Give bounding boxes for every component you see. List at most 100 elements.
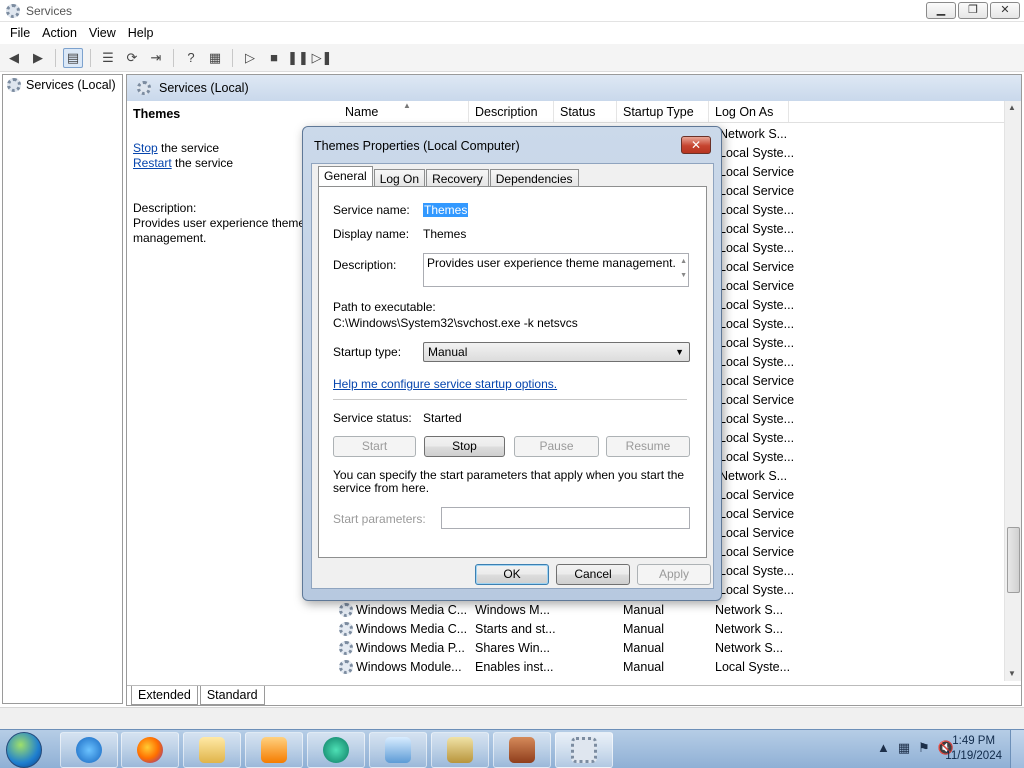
show-hidden-icons-icon[interactable]: ▲	[877, 740, 890, 756]
table-row[interactable]: Windows Module... Enables inst... Manual…	[339, 657, 789, 676]
row-name: Windows Module...	[356, 659, 462, 674]
logon-cell: Local Syste...	[719, 146, 795, 160]
logon-cell: Local Syste...	[719, 222, 795, 236]
show-hide-console-tree-icon[interactable]: ▤	[63, 47, 83, 68]
start-button[interactable]	[6, 732, 42, 768]
minimize-button[interactable]: ▁	[926, 2, 956, 19]
scroll-up-icon[interactable]: ▲	[1008, 103, 1016, 112]
internet-explorer-icon[interactable]	[60, 732, 118, 768]
services-taskbar-icon[interactable]	[555, 732, 613, 768]
back-icon[interactable]: ◀	[4, 48, 24, 68]
service-status-value: Started	[423, 411, 462, 425]
row-logon: Local Syste...	[715, 659, 789, 674]
dialog-close-button[interactable]: ✕	[681, 136, 711, 154]
pane-header: Services (Local)	[127, 75, 1021, 101]
startup-type-dropdown[interactable]: Manual ▼	[423, 342, 690, 362]
startup-type-label: Startup type:	[333, 345, 402, 359]
ok-button[interactable]: OK	[475, 564, 549, 585]
stop-service-link[interactable]: Stop	[133, 141, 158, 155]
show-action-pane-icon[interactable]: ▦	[205, 48, 225, 68]
status-bar	[0, 707, 1024, 729]
vertical-scrollbar[interactable]: ▲ ▼	[1004, 101, 1021, 681]
control-panel-icon[interactable]	[369, 732, 427, 768]
help-configure-link[interactable]: Help me configure service startup option…	[333, 377, 557, 391]
view-tabs: Extended Standard	[127, 685, 1021, 705]
row-startup-type: Manual	[623, 659, 664, 674]
export-list-icon[interactable]: ⇥	[146, 48, 166, 68]
stop-service-icon[interactable]: ■	[264, 48, 284, 68]
network-icon[interactable]: ▦	[898, 740, 910, 756]
apply-button[interactable]: Apply	[637, 564, 711, 585]
tree-item-label: Services (Local)	[26, 78, 116, 92]
restart-suffix: the service	[171, 156, 234, 170]
close-button[interactable]: ✕	[990, 2, 1020, 19]
column-startup-type[interactable]: Startup Type	[617, 101, 709, 122]
start-params-input[interactable]	[441, 507, 690, 529]
pause-service-icon[interactable]: ❚❚	[287, 48, 309, 68]
taskbar-clock[interactable]: 1:49 PM 11/19/2024	[945, 734, 1002, 764]
action-center-flag-icon[interactable]: ⚑	[918, 740, 930, 756]
divider	[333, 399, 687, 400]
list-column-headers: Name Description Status Startup Type Log…	[339, 101, 1021, 123]
stop-button[interactable]: Stop	[424, 436, 505, 457]
row-startup-type: Manual	[623, 640, 664, 655]
restart-service-icon[interactable]: ▷❚	[312, 48, 333, 68]
cancel-button[interactable]: Cancel	[556, 564, 630, 585]
menu-file[interactable]: File	[4, 23, 36, 43]
keys-icon[interactable]	[431, 732, 489, 768]
column-status[interactable]: Status	[554, 101, 617, 122]
service-gear-icon	[339, 621, 353, 636]
menu-view[interactable]: View	[83, 23, 122, 43]
description-textbox[interactable]: Provides user experience theme managemen…	[423, 253, 689, 287]
logon-cell: Local Service	[719, 545, 795, 559]
row-startup-type: Manual	[623, 621, 664, 636]
scrollbar-thumb[interactable]	[1007, 527, 1020, 593]
maximize-button[interactable]: ❐	[958, 2, 988, 19]
file-explorer-icon[interactable]	[183, 732, 241, 768]
column-log-on-as[interactable]: Log On As	[709, 101, 789, 122]
table-row[interactable]: Windows Media P... Shares Win... Manual …	[339, 638, 789, 657]
start-service-icon[interactable]: ▷	[240, 48, 260, 68]
show-desktop-button[interactable]	[1010, 730, 1024, 768]
tree-item-services-local[interactable]: Services (Local)	[7, 78, 116, 92]
toolbar-separator	[55, 48, 56, 67]
pause-button[interactable]: Pause	[514, 436, 599, 457]
window-titlebar: Services ▁ ❐ ✕	[0, 0, 1024, 22]
logon-cell: Local Syste...	[719, 564, 795, 578]
properties-list-icon[interactable]: ☰	[98, 48, 118, 68]
tab-extended[interactable]: Extended	[131, 686, 198, 705]
description-scroll-icon[interactable]: ▲ ▼	[680, 255, 687, 283]
logon-cell: Local Syste...	[719, 412, 795, 426]
resume-button[interactable]: Resume	[606, 436, 690, 457]
menu-action[interactable]: Action	[36, 23, 83, 43]
tab-standard[interactable]: Standard	[199, 686, 265, 705]
start-params-label: Start parameters:	[333, 512, 426, 526]
help-icon[interactable]: ?	[181, 48, 201, 68]
window-title: Services	[26, 4, 73, 18]
path-value: C:\Windows\System32\svchost.exe -k netsv…	[333, 316, 578, 330]
table-row[interactable]: Windows Media C... Starts and st... Manu…	[339, 619, 789, 638]
logon-cell: Local Syste...	[719, 241, 795, 255]
firewall-icon[interactable]	[493, 732, 551, 768]
display-name-value: Themes	[423, 227, 467, 241]
scroll-down-icon[interactable]: ▼	[1008, 669, 1016, 678]
menu-help[interactable]: Help	[122, 23, 160, 43]
sort-ascending-icon: ▲	[403, 101, 411, 110]
description-label: Description:	[333, 258, 397, 272]
startup-type-value: Manual	[428, 345, 468, 359]
tab-general[interactable]: General	[318, 166, 373, 188]
chat-app-icon[interactable]	[307, 732, 365, 768]
forward-icon[interactable]: ▶	[28, 48, 48, 68]
clock-date: 11/19/2024	[945, 750, 1002, 762]
media-player-icon[interactable]	[245, 732, 303, 768]
row-description: Enables inst...	[475, 659, 554, 674]
column-description[interactable]: Description	[469, 101, 554, 122]
start-button[interactable]: Start	[333, 436, 416, 457]
refresh-icon[interactable]: ⟳	[122, 48, 142, 68]
service-name-value[interactable]: Themes	[423, 203, 469, 217]
service-gear-icon	[339, 640, 353, 655]
firefox-icon[interactable]	[121, 732, 179, 768]
description-value: Provides user experience theme managemen…	[427, 256, 676, 270]
restart-service-link[interactable]: Restart	[133, 156, 172, 170]
table-row[interactable]: Windows Media C... Windows M... Manual N…	[339, 600, 789, 619]
